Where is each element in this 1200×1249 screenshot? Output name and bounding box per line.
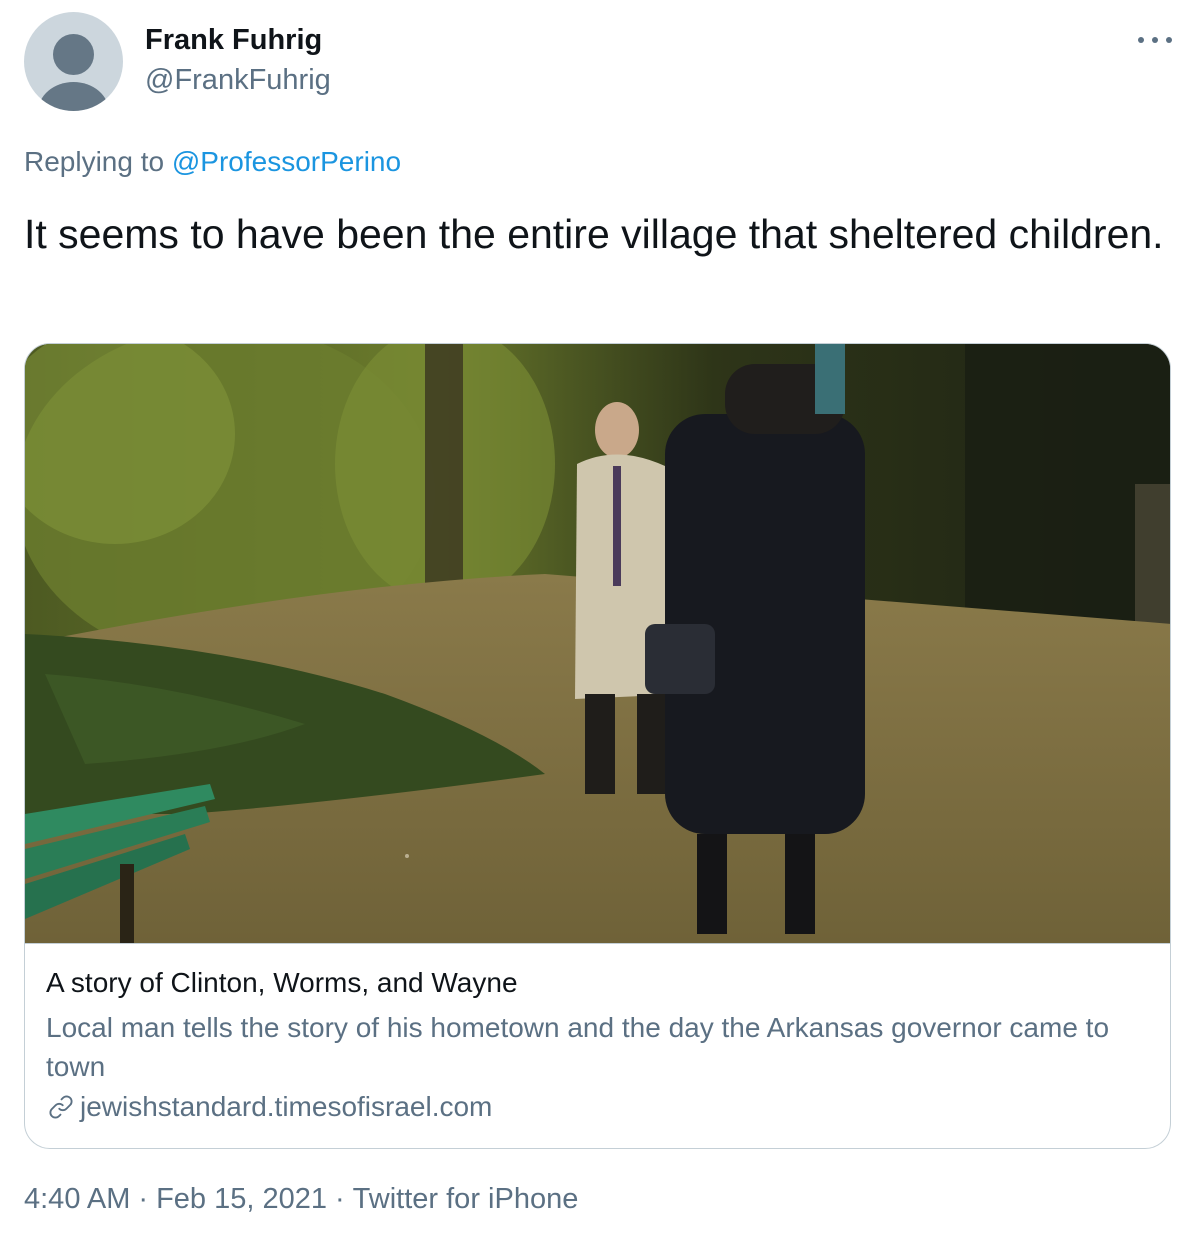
tweet-header: Frank Fuhrig @FrankFuhrig — [24, 12, 1176, 112]
card-image[interactable] — [25, 344, 1170, 944]
author-handle[interactable]: @FrankFuhrig — [145, 64, 331, 97]
tweet-time[interactable]: 4:40 AM — [24, 1183, 130, 1215]
more-options-icon[interactable] — [1138, 30, 1172, 50]
avatar[interactable] — [24, 12, 123, 111]
tweet-text: It seems to have been the entire village… — [24, 211, 1164, 257]
card-description: Local man tells the story of his hometow… — [46, 1012, 1110, 1082]
default-profile-body — [38, 82, 109, 111]
footer-separator: · — [138, 1183, 149, 1215]
replying-to-label: Replying to — [24, 146, 165, 177]
footer-separator: · — [335, 1183, 345, 1215]
tweet-source[interactable]: Twitter for iPhone — [353, 1183, 579, 1215]
card-domain: jewishstandard.timesofisrael.com — [46, 1091, 492, 1123]
tweet-footer: 4:40 AM · Feb 15, 2021 · Twitter for iPhone — [24, 1183, 578, 1216]
author-display-name[interactable]: Frank Fuhrig — [145, 24, 322, 57]
card-title: A story of Clinton, Worms, and Wayne — [46, 967, 518, 998]
card-photo — [25, 344, 1170, 943]
default-profile-icon — [53, 34, 94, 75]
card-domain-text: jewishstandard.timesofisrael.com — [80, 1091, 493, 1122]
reply-mention-link[interactable]: @ProfessorPerino — [172, 146, 401, 177]
link-icon — [46, 1092, 76, 1122]
replying-to: Replying to @ProfessorPerino — [24, 146, 401, 178]
link-preview-card[interactable]: A story of Clinton, Worms, and Wayne Loc… — [24, 343, 1171, 1149]
tweet-date[interactable]: Feb 15, 2021 — [156, 1183, 327, 1215]
